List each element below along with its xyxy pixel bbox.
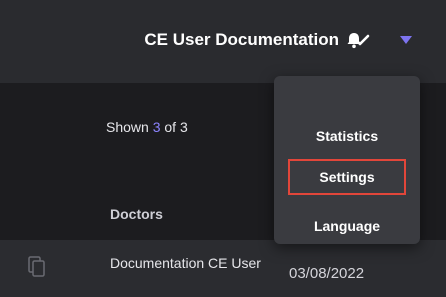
caret-down-icon[interactable] <box>399 35 413 45</box>
column-header-doctors: Doctors <box>110 206 163 222</box>
menu-item-language[interactable]: Language <box>288 208 406 244</box>
user-menu-dropdown: Statistics Settings Language <box>274 76 420 244</box>
menu-item-statistics[interactable]: Statistics <box>288 118 406 154</box>
row-date: 03/08/2022 <box>289 265 365 282</box>
shown-number: 3 <box>152 119 161 135</box>
menu-item-settings[interactable]: Settings <box>288 159 406 195</box>
workspace-title: CE User Documentation <box>144 30 339 49</box>
shown-total: of 3 <box>164 119 188 135</box>
shown-count: Shown 3 of 3 <box>106 119 188 135</box>
workspace-selector[interactable]: CE User Documentation <box>144 30 371 50</box>
copy-icon[interactable] <box>28 256 46 278</box>
bell-icon[interactable] <box>345 31 363 49</box>
doctor-name: Documentation CE User <box>110 255 261 271</box>
shown-prefix: Shown <box>106 119 149 135</box>
